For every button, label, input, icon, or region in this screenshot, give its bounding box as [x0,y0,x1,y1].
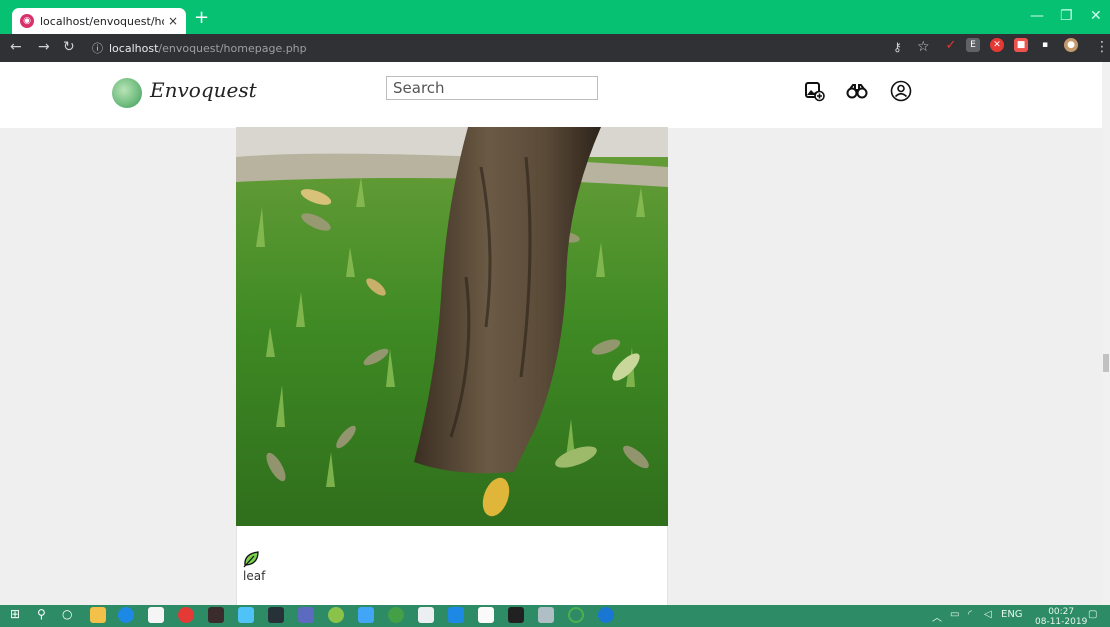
extension-square-icon[interactable]: ▪ [1038,38,1052,52]
windows-start-icon[interactable]: ⊞ [10,607,26,623]
document-icon[interactable] [478,607,494,623]
scrollbar-thumb[interactable] [1103,354,1109,372]
chrome-icon[interactable] [178,607,194,623]
forward-icon[interactable]: → [38,39,50,55]
browser-tab[interactable]: ◉ localhost/envoquest/homepage.p × [12,8,186,34]
app-icon-6[interactable] [568,607,584,623]
volume-icon[interactable]: ◁ [984,609,992,620]
add-photo-icon[interactable] [804,80,826,102]
back-icon[interactable]: ← [10,39,22,55]
info-icon: ⓘ [92,42,103,55]
windows-taskbar [0,605,1110,627]
url-field[interactable]: ⓘ localhost /envoquest/homepage.php [92,37,307,59]
extension-stop-icon[interactable]: ✕ [990,38,1004,52]
key-icon[interactable]: ⚷ [893,40,902,54]
new-tab-button[interactable]: + [194,9,209,27]
tab-favicon-icon: ◉ [20,14,34,28]
minimize-icon[interactable]: — [1030,8,1044,24]
notifications-icon[interactable]: ▢ [1088,609,1097,620]
url-host: localhost [109,41,159,55]
app-icon-2[interactable] [238,607,254,623]
logo-icon[interactable] [112,78,142,108]
app-icon-3[interactable] [298,607,314,623]
cortana-icon[interactable]: ○ [62,607,78,623]
app-icon-5[interactable] [538,607,554,623]
user-account-icon[interactable] [890,80,912,102]
restore-icon[interactable]: ❐ [1060,8,1073,24]
leaf-icon [243,551,259,568]
tab-close-button[interactable]: × [168,14,178,28]
post-photo[interactable] [236,127,668,526]
brand-name[interactable]: Envoquest [150,78,257,102]
network-icon[interactable]: ▭ [950,609,959,620]
edge-icon[interactable] [118,607,134,623]
app-icon-4[interactable] [358,607,374,623]
language-indicator[interactable]: ENG [1001,609,1023,620]
search-input[interactable] [386,76,598,100]
extension-e-icon[interactable]: E [966,38,980,52]
bookmark-star-icon[interactable]: ☆ [917,39,930,55]
profile-avatar-icon[interactable]: ● [1064,38,1078,52]
url-path: /envoquest/homepage.php [158,41,307,55]
vscode-icon[interactable] [448,607,464,623]
android-studio-icon[interactable] [328,607,344,623]
tab-title: localhost/envoquest/homepage.p [40,14,164,28]
terminal-icon[interactable] [508,607,524,623]
menu-kebab-icon[interactable]: ⋮ [1095,39,1109,55]
wifi-icon[interactable]: ◜ [968,609,972,620]
clock-time: 00:27 [1048,607,1075,617]
page-scrollbar[interactable] [1102,62,1110,605]
file-explorer-icon[interactable] [90,607,106,623]
whatsapp-icon[interactable] [388,607,404,623]
search-icon[interactable]: ⚲ [37,607,53,623]
extension-check-icon[interactable]: ✓ [944,38,958,53]
tray-chevron-icon[interactable]: ︿ [932,609,942,624]
app-icon-1[interactable] [208,607,224,623]
store-icon[interactable] [148,607,164,623]
camera-icon[interactable] [268,607,284,623]
category-label: leaf [243,569,266,583]
clock-date: 08-11-2019 [1035,617,1088,627]
app-icon-7[interactable] [598,607,614,623]
reload-icon[interactable]: ↻ [63,39,75,55]
extension-lock-icon[interactable]: ■ [1014,38,1028,52]
binoculars-icon[interactable] [846,80,868,102]
mail-icon[interactable] [418,607,434,623]
clock[interactable]: 00:27 08-11-2019 [1035,607,1087,627]
close-window-icon[interactable]: ✕ [1090,8,1102,24]
